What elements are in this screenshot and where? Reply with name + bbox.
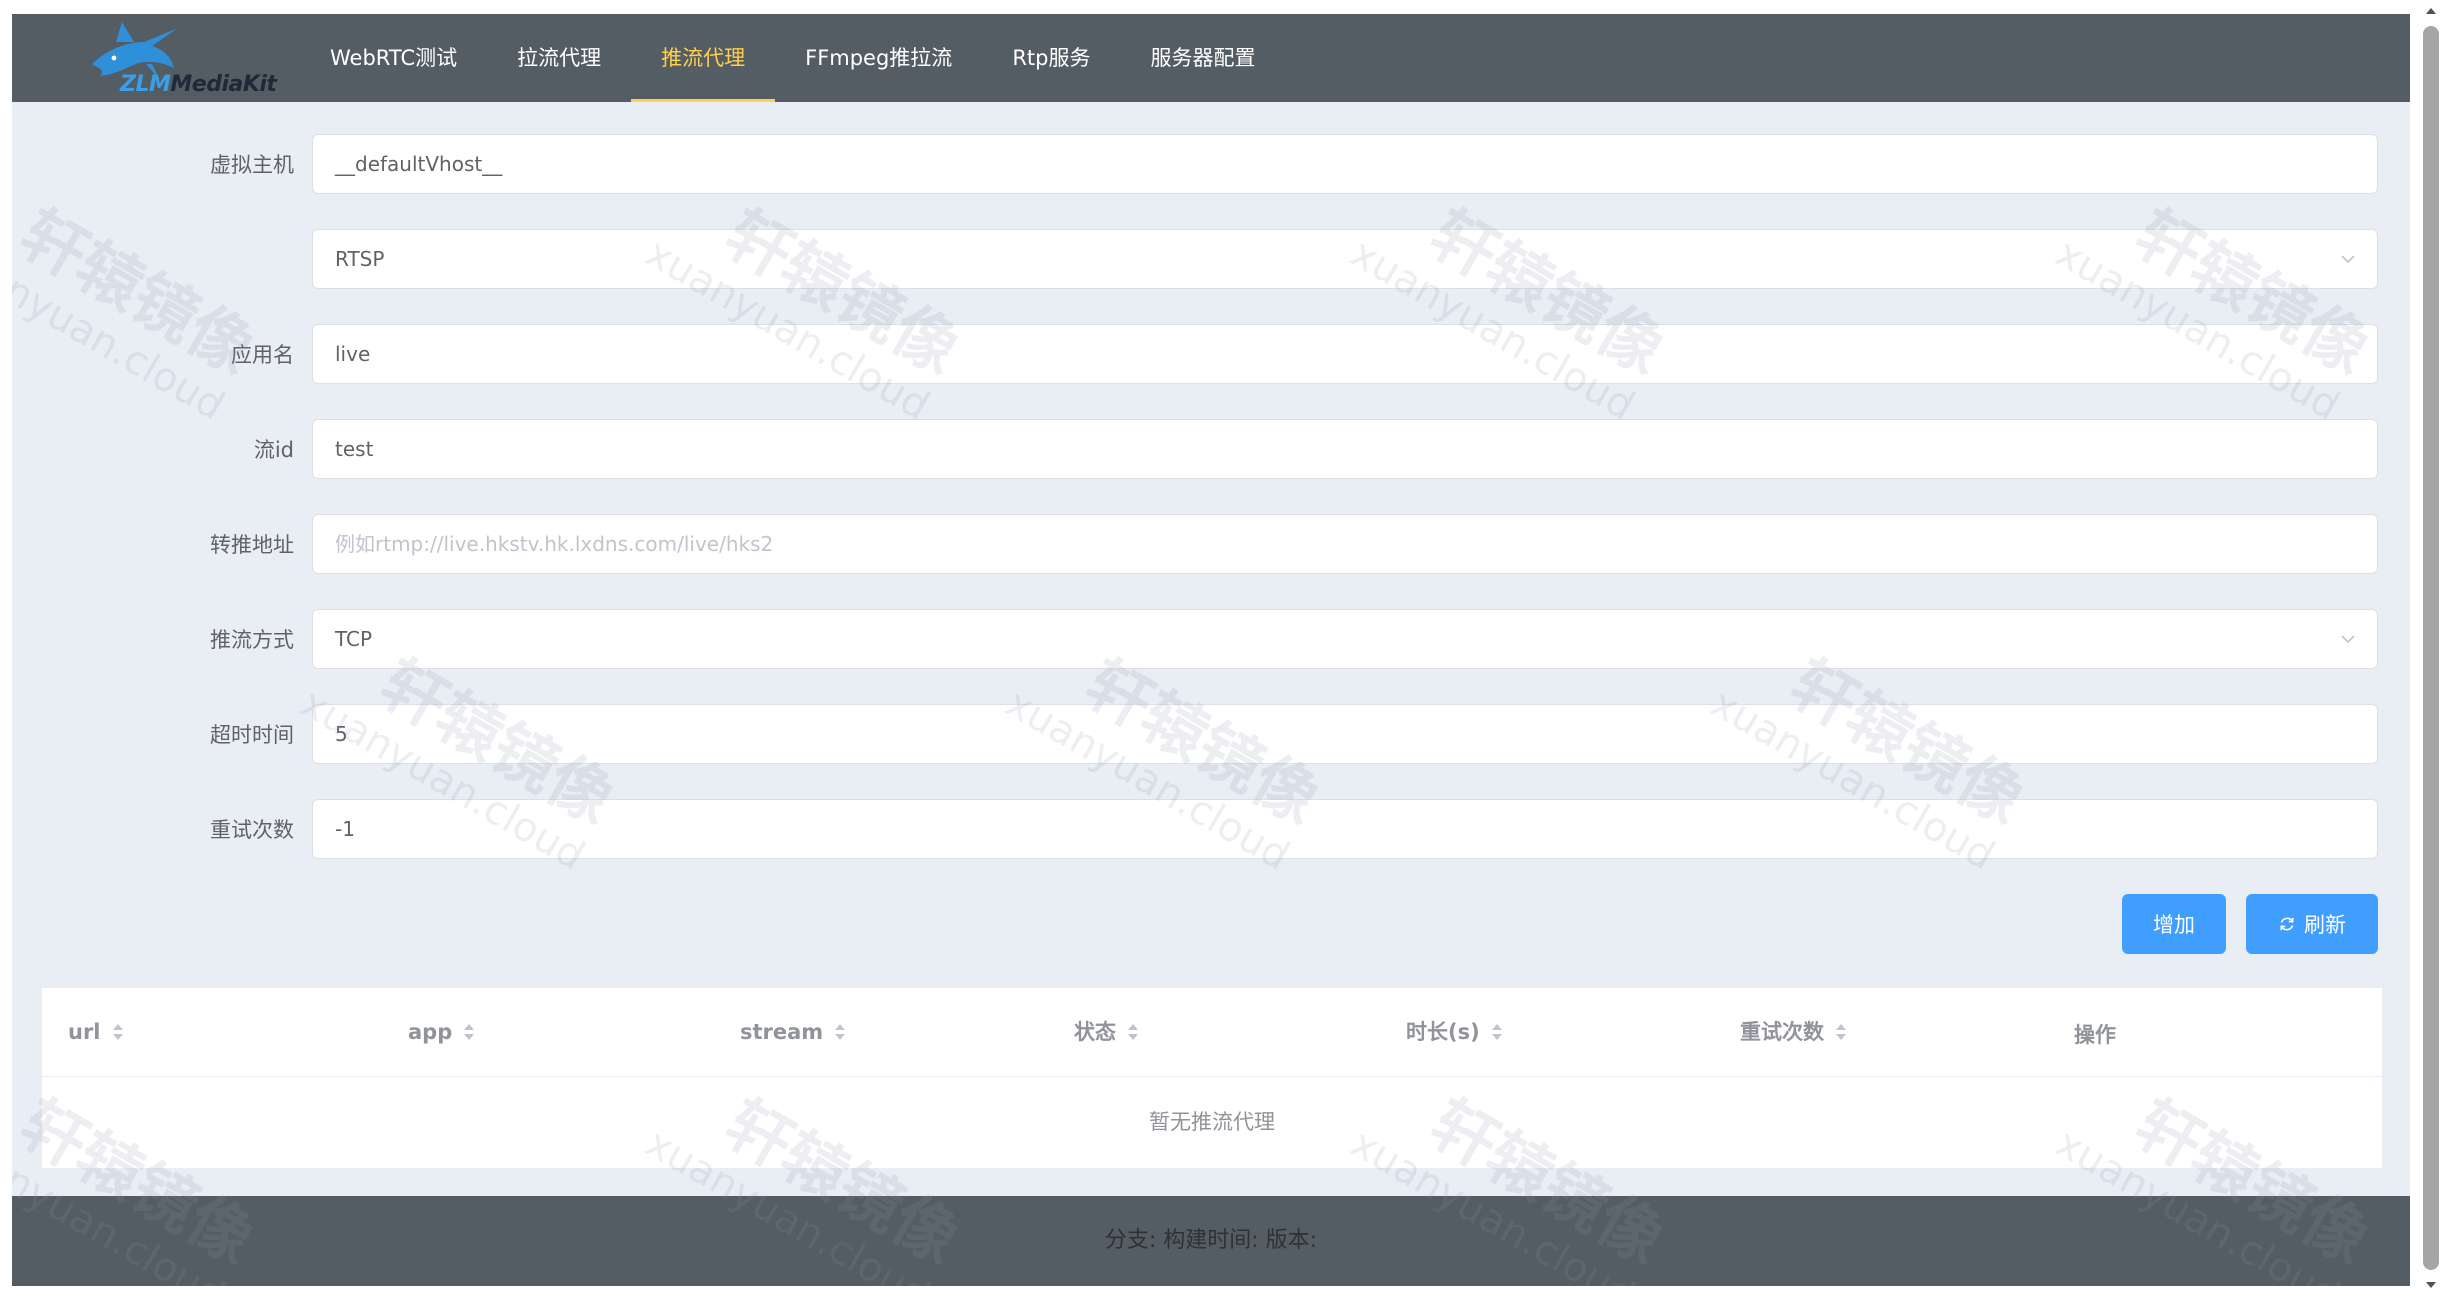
timeout-input[interactable]: 5 [312,704,2378,764]
footer-version-info: 分支: 构建时间: 版本: [12,1196,2410,1286]
nav-ffmpeg[interactable]: FFmpeg推拉流 [775,14,982,102]
rtp-type-label: 推流方式 [210,628,294,652]
vertical-scrollbar[interactable] [2418,0,2444,1296]
nav-server-config[interactable]: 服务器配置 [1120,14,1285,102]
logo-text: ZLMMediaKit [120,72,277,97]
column-header-actions: 操作 [2074,1023,2116,1047]
form-row-app: 应用名 live [12,324,2410,386]
watermark: 轩辕镜像xuanyuan.cloud [1343,196,1677,429]
stream-label: 流id [253,438,294,462]
stream-input[interactable]: test [312,419,2378,479]
table-header: url app stream 状态 时长(s) 重试次数 操作 [42,988,2382,1077]
retry-input[interactable]: -1 [312,799,2378,859]
retry-label: 重试次数 [210,818,294,842]
form-row-dst-url: 转推地址 例如rtmp://live.hkstv.hk.lxdns.com/li… [12,514,2410,576]
chevron-down-icon [2341,635,2355,644]
scroll-up-arrow-icon[interactable] [2424,4,2438,18]
add-button[interactable]: 增加 [2122,894,2226,954]
nav-pull-proxy[interactable]: 拉流代理 [487,14,631,102]
app-window: ZLMMediaKit WebRTC测试 拉流代理 推流代理 FFmpeg推拉流… [12,14,2410,1286]
column-header-duration[interactable]: 时长(s) [1406,988,1504,1076]
main-nav: WebRTC测试 拉流代理 推流代理 FFmpeg推拉流 Rtp服务 服务器配置 [300,14,1285,102]
timeout-label: 超时时间 [210,723,294,747]
column-header-app[interactable]: app [408,988,476,1076]
nav-push-proxy[interactable]: 推流代理 [631,14,776,102]
nav-rtp-server[interactable]: Rtp服务 [982,14,1120,102]
form-row-timeout: 超时时间 5 [12,704,2410,766]
scrollbar-thumb[interactable] [2423,26,2439,1270]
app-label: 应用名 [231,343,294,367]
sort-caret-icon[interactable] [1834,1021,1848,1043]
chevron-down-icon [2341,255,2355,264]
schema-label [12,229,294,291]
sort-caret-icon[interactable] [111,1021,125,1043]
watermark: 轩辕镜像xuanyuan.cloud [2048,196,2382,429]
rtp-type-select[interactable]: TCP [312,609,2378,669]
form-row-stream: 流id test [12,419,2410,481]
schema-select[interactable]: RTSP [312,229,2378,289]
column-header-status[interactable]: 状态 [1074,988,1140,1076]
add-button-label: 增加 [2153,913,2195,937]
schema-select-value: RTSP [335,247,385,271]
sort-caret-icon[interactable] [833,1021,847,1043]
push-proxy-table: url app stream 状态 时长(s) 重试次数 操作 暂无推流代理 [42,988,2382,1168]
dst-url-label: 转推地址 [210,533,294,557]
column-header-stream[interactable]: stream [740,988,847,1076]
app-input[interactable]: live [312,324,2378,384]
form-row-vhost: 虚拟主机 __defaultVhost__ [12,134,2410,196]
sort-caret-icon[interactable] [1490,1021,1504,1043]
watermark: 轩辕镜像xuanyuan.cloud [12,196,267,430]
refresh-button[interactable]: 刷新 [2246,894,2378,954]
zlmediakit-logo[interactable]: ZLMMediaKit [76,20,277,100]
scroll-down-arrow-icon[interactable] [2424,1278,2438,1292]
sort-caret-icon[interactable] [1126,1021,1140,1043]
top-nav-bar: ZLMMediaKit WebRTC测试 拉流代理 推流代理 FFmpeg推拉流… [12,14,2410,102]
vhost-label: 虚拟主机 [210,153,294,177]
dst-url-input[interactable]: 例如rtmp://live.hkstv.hk.lxdns.com/live/hk… [312,514,2378,574]
watermark: 轩辕镜像xuanyuan.cloud [638,196,972,429]
refresh-button-label: 刷新 [2304,913,2346,937]
form-row-retry: 重试次数 -1 [12,799,2410,861]
column-header-url[interactable]: url [68,988,125,1076]
column-header-retry[interactable]: 重试次数 [1740,988,1848,1076]
refresh-icon [2280,917,2294,931]
form-row-schema: RTSP [12,229,2410,291]
sort-caret-icon[interactable] [462,1021,476,1043]
nav-webrtc-test[interactable]: WebRTC测试 [300,14,487,102]
rtp-type-select-value: TCP [335,627,373,651]
table-empty-text: 暂无推流代理 [1149,1110,1275,1134]
form-row-rtp-type: 推流方式 TCP [12,609,2410,671]
vhost-input[interactable]: __defaultVhost__ [312,134,2378,194]
